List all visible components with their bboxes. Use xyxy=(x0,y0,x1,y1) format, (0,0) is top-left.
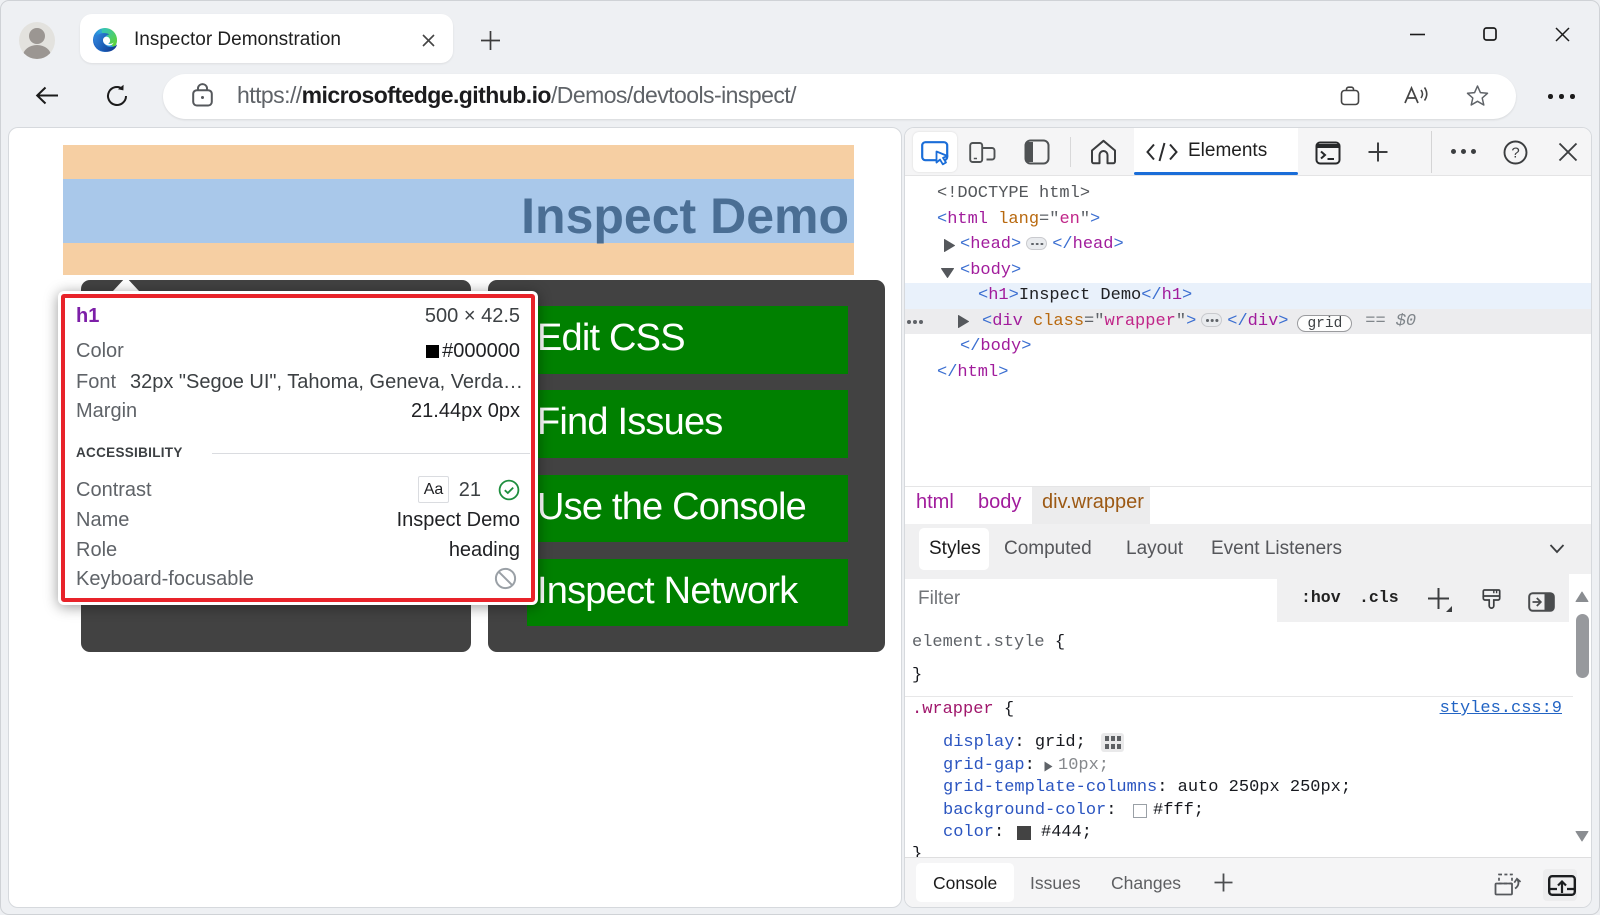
svg-text:?: ? xyxy=(1511,145,1519,162)
